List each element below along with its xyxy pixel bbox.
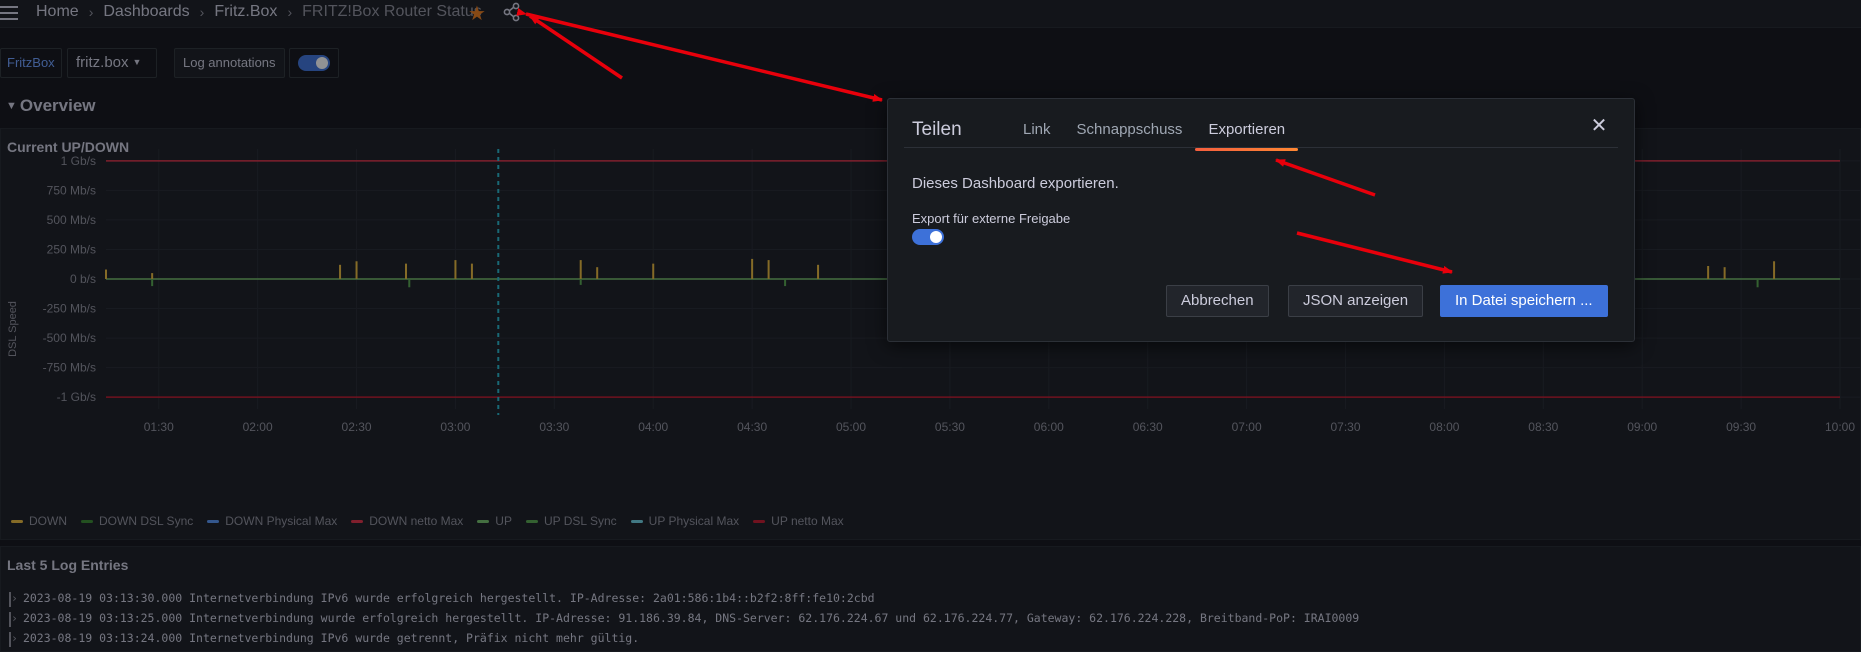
save-to-file-button[interactable]: In Datei speichern ... bbox=[1440, 285, 1608, 317]
modal-tabs: Link Schnappschuss Exportieren bbox=[1010, 121, 1298, 151]
modal-divider bbox=[904, 147, 1618, 148]
tab-snapshot[interactable]: Schnappschuss bbox=[1064, 121, 1196, 147]
tab-link[interactable]: Link bbox=[1010, 121, 1064, 147]
modal-title: Teilen bbox=[912, 119, 962, 140]
share-modal: Teilen Link Schnappschuss Exportieren ✕ … bbox=[887, 98, 1635, 342]
close-icon[interactable]: ✕ bbox=[1588, 115, 1610, 137]
cancel-button[interactable]: Abbrechen bbox=[1166, 285, 1269, 317]
view-json-button[interactable]: JSON anzeigen bbox=[1288, 285, 1424, 317]
external-export-toggle[interactable] bbox=[912, 229, 944, 245]
tab-export[interactable]: Exportieren bbox=[1195, 121, 1298, 151]
modal-description: Dieses Dashboard exportieren. bbox=[912, 175, 1119, 192]
external-export-label: Export für externe Freigabe bbox=[912, 211, 1071, 226]
